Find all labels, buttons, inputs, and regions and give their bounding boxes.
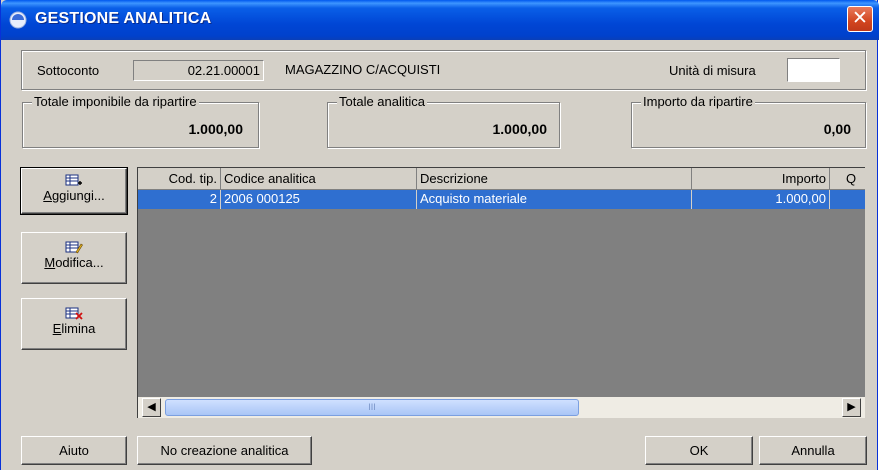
- cell-codice: 2006 000125: [221, 190, 417, 209]
- table-row[interactable]: 2 2006 000125 Acquisto materiale 1.000,0…: [138, 190, 865, 209]
- annulla-label: Annulla: [791, 443, 835, 458]
- elimina-button[interactable]: Elimina: [21, 298, 127, 350]
- window-title: GESTIONE ANALITICA: [35, 10, 212, 27]
- dialog-window: GESTIONE ANALITICA ✕ Sottoconto 02.21.00…: [0, 0, 879, 470]
- ripartire-label: Importo da ripartire: [641, 94, 755, 109]
- delete-row-icon: [65, 307, 83, 320]
- imponibile-label: Totale imponibile da ripartire: [32, 94, 199, 109]
- cell-descrizione: Acquisto materiale: [417, 190, 692, 209]
- close-button[interactable]: ✕: [847, 6, 873, 32]
- cell-cod-tip: 2: [138, 190, 221, 209]
- add-row-icon: [65, 174, 82, 186]
- aiuto-label: Aiuto: [59, 443, 89, 458]
- elimina-label: Elimina: [52, 321, 96, 336]
- aiuto-button[interactable]: Aiuto: [21, 436, 127, 465]
- modifica-button[interactable]: Modifica...: [21, 232, 127, 284]
- analitica-label: Totale analitica: [337, 94, 427, 109]
- imponibile-value: 1.000,00: [188, 121, 244, 137]
- edit-row-icon: [65, 241, 83, 254]
- unita-label: Unità di misura: [669, 63, 756, 78]
- ok-label: OK: [689, 443, 709, 458]
- column-header-q[interactable]: Q: [830, 168, 865, 190]
- no-creazione-label: No creazione analitica: [160, 443, 289, 458]
- column-header-cod-tip[interactable]: Cod. tip.: [138, 168, 221, 190]
- close-icon: ✕: [852, 8, 868, 29]
- analitica-value: 1.000,00: [492, 121, 548, 137]
- column-header-descrizione[interactable]: Descrizione: [417, 168, 692, 190]
- sottoconto-code-field[interactable]: 02.21.00001: [133, 60, 264, 81]
- aggiungi-label: Aggiungi...: [43, 188, 105, 203]
- annulla-button[interactable]: Annulla: [759, 436, 867, 465]
- scroll-right-icon[interactable]: ▶: [842, 398, 861, 417]
- ok-button[interactable]: OK: [645, 436, 753, 465]
- grid-header: Cod. tip. Codice analitica Descrizione I…: [138, 168, 865, 190]
- column-header-codice[interactable]: Codice analitica: [221, 168, 417, 190]
- cell-importo: 1.000,00: [692, 190, 830, 209]
- cell-q: [830, 190, 865, 209]
- analitica-grid[interactable]: Cod. tip. Codice analitica Descrizione I…: [137, 167, 865, 418]
- ripartire-value: 0,00: [823, 121, 851, 137]
- column-header-importo[interactable]: Importo: [692, 168, 830, 190]
- app-icon: [9, 11, 27, 29]
- scroll-left-icon[interactable]: ◀: [142, 398, 161, 417]
- modifica-label: Modifica...: [44, 255, 104, 270]
- aggiungi-button[interactable]: Aggiungi...: [20, 167, 128, 215]
- unita-field[interactable]: [787, 58, 840, 82]
- sottoconto-code: 02.21.00001: [187, 63, 260, 78]
- horizontal-scrollbar[interactable]: ◀ III ▶: [138, 397, 865, 418]
- sottoconto-label: Sottoconto: [37, 63, 100, 78]
- sottoconto-description: MAGAZZINO C/ACQUISTI: [285, 62, 441, 77]
- no-creazione-button[interactable]: No creazione analitica: [137, 436, 312, 465]
- scroll-thumb[interactable]: III: [165, 399, 579, 416]
- title-bar[interactable]: GESTIONE ANALITICA ✕: [1, 0, 879, 40]
